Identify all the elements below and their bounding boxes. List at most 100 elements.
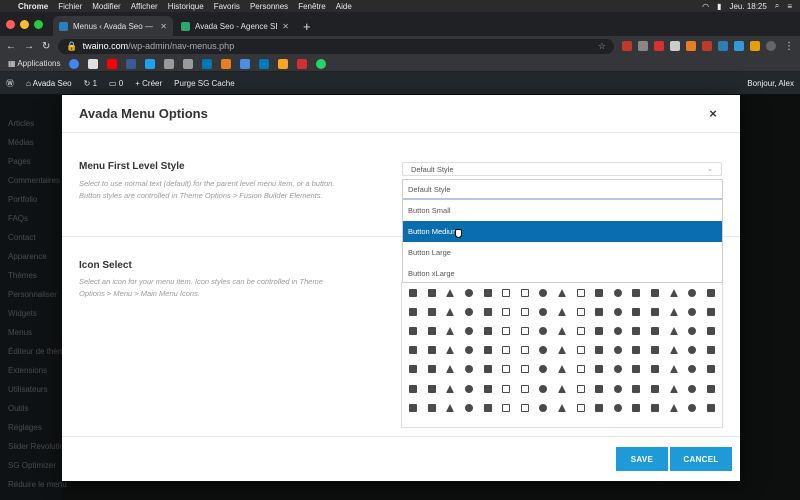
menu-icon-option[interactable] (502, 365, 511, 374)
menu-icon-option[interactable] (669, 403, 678, 412)
menu-icon-option[interactable] (576, 384, 585, 393)
cancel-button[interactable]: CANCEL (670, 447, 732, 471)
menu-icon-option[interactable] (650, 403, 659, 412)
extension-icon[interactable] (718, 41, 728, 51)
admin-bar-updates[interactable]: ↻ 1 (84, 79, 97, 88)
forward-icon[interactable]: → (24, 41, 34, 52)
menu-icon-option[interactable] (650, 365, 659, 374)
menu-icon-option[interactable] (595, 384, 604, 393)
dropdown-option[interactable]: Default Style (403, 180, 722, 200)
menu-icon-option[interactable] (706, 365, 715, 374)
menu-historique[interactable]: Historique (168, 2, 204, 11)
menu-icon-option[interactable] (483, 403, 492, 412)
menu-icon-option[interactable] (576, 307, 585, 316)
menu-icon-option[interactable] (427, 365, 436, 374)
menu-icon-option[interactable] (688, 346, 697, 355)
menu-icon-option[interactable] (427, 307, 436, 316)
menu-icon-option[interactable] (483, 307, 492, 316)
menu-icon-option[interactable] (520, 346, 529, 355)
menu-personnes[interactable]: Personnes (250, 2, 288, 11)
extension-icon[interactable] (670, 41, 680, 51)
admin-bar-new[interactable]: + Créer (135, 79, 162, 88)
trello-icon[interactable] (259, 58, 270, 69)
menu-icon-option[interactable] (650, 384, 659, 393)
menu-icon-option[interactable] (409, 288, 418, 297)
menu-icon-option[interactable] (595, 365, 604, 374)
close-tab-icon[interactable]: ✕ (282, 22, 289, 31)
menu-icon-option[interactable] (483, 346, 492, 355)
maximize-window-button[interactable] (34, 19, 43, 29)
back-icon[interactable]: ← (6, 41, 16, 52)
menu-icon-option[interactable] (446, 403, 455, 412)
menu-icon-option[interactable] (465, 288, 474, 297)
menu-icon-option[interactable] (557, 326, 566, 335)
close-tab-icon[interactable]: ✕ (160, 22, 167, 31)
youtube-icon[interactable] (107, 58, 118, 69)
menu-icon-option[interactable] (613, 403, 622, 412)
new-tab-button[interactable]: + (297, 16, 317, 36)
close-window-button[interactable] (6, 19, 15, 29)
address-bar[interactable]: 🔒 twaino.com/wp-admin/nav-menus.php ☆ (58, 38, 614, 54)
menu-icon-option[interactable] (613, 346, 622, 355)
linkedin-icon[interactable] (202, 58, 213, 69)
menu-icon-option[interactable] (465, 384, 474, 393)
menu-icon-option[interactable] (576, 365, 585, 374)
minimize-window-button[interactable] (20, 19, 29, 29)
menu-icon-option[interactable] (520, 307, 529, 316)
menu-icon-option[interactable] (688, 365, 697, 374)
bookmark-icon[interactable] (297, 58, 308, 69)
menu-icon-option[interactable] (502, 346, 511, 355)
bookmark-icon[interactable] (164, 58, 175, 69)
menu-icon-option[interactable] (502, 307, 511, 316)
menu-icon-option[interactable] (576, 326, 585, 335)
dropdown-option[interactable]: Button Large (403, 242, 722, 263)
menu-icon-option[interactable] (539, 384, 548, 393)
menu-icon-option[interactable] (706, 403, 715, 412)
menu-icon-option[interactable] (650, 326, 659, 335)
menu-icon-option[interactable] (576, 403, 585, 412)
menu-icon-option[interactable] (669, 365, 678, 374)
menu-icon-option[interactable] (613, 384, 622, 393)
clock[interactable]: Jeu. 18:25 (729, 2, 766, 11)
menu-icon-option[interactable] (576, 346, 585, 355)
menu-icon-option[interactable] (557, 307, 566, 316)
bookmark-star-icon[interactable]: ☆ (598, 41, 606, 52)
menu-icon-option[interactable] (409, 384, 418, 393)
menu-icon-option[interactable] (632, 346, 641, 355)
menu-icon-option[interactable] (446, 365, 455, 374)
menu-icon-option[interactable] (539, 346, 548, 355)
menu-icon-option[interactable] (465, 403, 474, 412)
twitter-icon[interactable] (145, 58, 156, 69)
menu-icon[interactable]: ≡ (787, 2, 792, 11)
menu-icon-option[interactable] (539, 403, 548, 412)
bookmark-icon[interactable] (221, 58, 232, 69)
menu-icon-option[interactable] (427, 346, 436, 355)
menu-icon-option[interactable] (650, 346, 659, 355)
menu-icon-option[interactable] (427, 403, 436, 412)
menu-favoris[interactable]: Favoris (214, 2, 240, 11)
menu-icon-option[interactable] (706, 288, 715, 297)
menu-icon-option[interactable] (632, 384, 641, 393)
flag-icon[interactable]: ▮ (717, 2, 721, 11)
search-icon[interactable]: ⌕ (775, 1, 779, 11)
extension-icon[interactable] (622, 41, 632, 51)
save-button[interactable]: SAVE (616, 447, 668, 471)
menu-icon-option[interactable] (706, 326, 715, 335)
menu-icon-option[interactable] (539, 307, 548, 316)
wordpress-logo-icon[interactable]: Ⓦ (6, 78, 14, 89)
menu-icon-option[interactable] (632, 307, 641, 316)
menu-icon-option[interactable] (688, 326, 697, 335)
extension-icon[interactable] (686, 41, 696, 51)
menu-icon-option[interactable] (613, 307, 622, 316)
menu-icon-option[interactable] (650, 307, 659, 316)
dropdown-option[interactable]: Button Small (403, 200, 722, 221)
google-icon[interactable] (69, 58, 80, 69)
extension-icon[interactable] (638, 41, 648, 51)
admin-bar-comments[interactable]: ▭ 0 (109, 79, 123, 88)
admin-bar-purge[interactable]: Purge SG Cache (174, 79, 234, 88)
menu-icon-option[interactable] (539, 326, 548, 335)
menu-icon-option[interactable] (688, 288, 697, 297)
menu-icon-option[interactable] (669, 346, 678, 355)
menu-icon-option[interactable] (409, 307, 418, 316)
menu-icon-option[interactable] (632, 403, 641, 412)
